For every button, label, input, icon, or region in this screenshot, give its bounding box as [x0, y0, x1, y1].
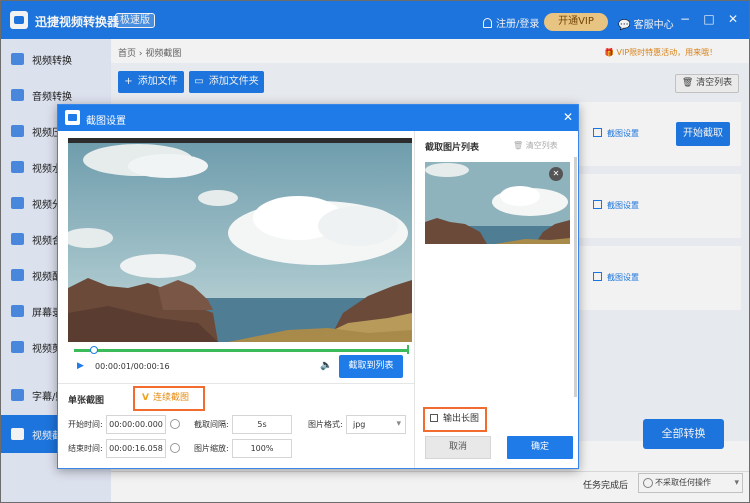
- play-icon[interactable]: ▶: [77, 361, 84, 371]
- tab-single-screenshot[interactable]: 单张截图: [68, 393, 104, 406]
- continuous-label: 连续截图: [152, 393, 189, 403]
- start-time-input[interactable]: 00:00:00.000: [106, 415, 166, 434]
- tab-continuous-screenshot[interactable]: V 连续截图: [133, 386, 205, 411]
- volume-icon[interactable]: 🔈: [320, 360, 332, 371]
- start-time-label: 开始时间:: [68, 420, 103, 429]
- app-logo-icon: [65, 110, 80, 125]
- interval-label: 截取间隔:: [194, 420, 229, 429]
- scale-label: 图片缩放:: [194, 444, 229, 453]
- video-progress-bar[interactable]: [74, 345, 409, 354]
- list-scrollbar[interactable]: [574, 157, 577, 397]
- screenshot-settings-dialog: 截图设置 ✕ ▶ 00:00:01/00:00:16 🔈 截取到列表 单张截图 …: [57, 104, 579, 469]
- screenshot-list-panel: 截取图片列表 🗑 清空列表 ✕ 输出长图 取消 确定: [414, 131, 578, 468]
- app-window: 迅捷视频转换器 极速版 注册/登录 开通VIP 💬 客服中心 − □ ✕ 视频转…: [0, 0, 750, 503]
- divider: [58, 383, 414, 384]
- screenshot-list-title: 截取图片列表: [425, 143, 480, 153]
- interval-input[interactable]: 5s: [232, 415, 292, 434]
- scale-input[interactable]: 100%: [232, 439, 292, 458]
- video-preview[interactable]: [68, 138, 412, 342]
- format-select[interactable]: jpg: [346, 415, 406, 434]
- output-long-image-checkbox[interactable]: 输出长图: [423, 407, 487, 432]
- trash-icon: 🗑: [513, 141, 526, 150]
- clear-list-label: 清空列表: [525, 141, 558, 150]
- clock-icon[interactable]: [170, 419, 180, 429]
- progress-end-marker: [407, 345, 409, 354]
- checkbox-icon: [430, 414, 438, 422]
- format-label: 图片格式:: [308, 420, 343, 429]
- dialog-title: 截图设置: [86, 116, 126, 127]
- cancel-button[interactable]: 取消: [425, 436, 491, 459]
- progress-handle[interactable]: [90, 346, 99, 354]
- end-time-input[interactable]: 00:00:16.058: [106, 439, 166, 458]
- chevron-down-icon: V: [142, 393, 149, 403]
- clock-icon[interactable]: [170, 443, 180, 453]
- clear-screenshot-list-button[interactable]: 🗑 清空列表: [513, 140, 558, 151]
- end-time-label: 结束时间:: [68, 444, 103, 453]
- dialog-close-icon[interactable]: ✕: [563, 110, 573, 124]
- remove-thumbnail-icon[interactable]: ✕: [549, 167, 563, 181]
- time-display: 00:00:01/00:00:16: [95, 362, 170, 371]
- capture-to-list-button[interactable]: 截取到列表: [339, 355, 403, 378]
- dialog-title-bar: 截图设置 ✕: [58, 105, 578, 131]
- output-long-label: 输出长图: [443, 414, 480, 424]
- landscape-image: [68, 138, 412, 342]
- confirm-button[interactable]: 确定: [507, 436, 573, 459]
